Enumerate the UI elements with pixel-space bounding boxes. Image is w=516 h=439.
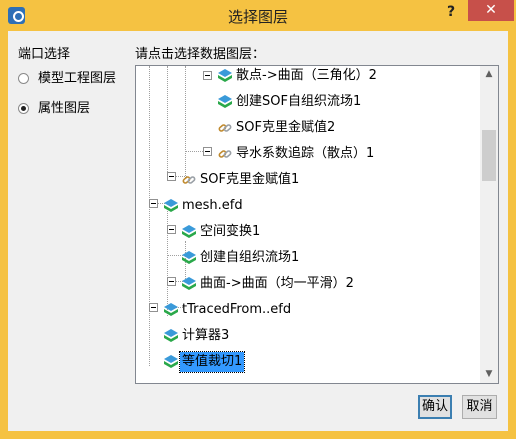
- dialog-window: 选择图层 ? ✕ 端口选择 模型工程图层 属性图层 请点击选择数据图层： 散点-…: [0, 0, 516, 439]
- tree-node-label: 散点->曲面（三角化）2: [236, 68, 377, 83]
- tree-node-label: 创建SOF自组织流场1: [236, 94, 362, 109]
- close-button[interactable]: ✕: [468, 0, 514, 21]
- tree-viewport: 散点->曲面（三角化）2 创建SOF自组织流场1 SOF克里金赋值2 导水系数追…: [136, 66, 480, 383]
- tree-node-label: 等值裁切1: [178, 351, 246, 373]
- tree-connector: [167, 66, 168, 176]
- dialog-body: 端口选择 模型工程图层 属性图层 请点击选择数据图层： 散点->曲面（三角化）2…: [8, 31, 508, 431]
- prompt-label: 请点击选择数据图层：: [135, 47, 266, 62]
- ok-button[interactable]: 确认: [418, 395, 452, 419]
- tree-connector: [149, 66, 150, 366]
- port-selection-title: 端口选择: [18, 47, 71, 62]
- layer-stack-icon: [164, 329, 178, 342]
- cancel-button[interactable]: 取消: [462, 395, 497, 419]
- link-icon: [218, 150, 232, 158]
- expander[interactable]: [167, 277, 176, 286]
- expander[interactable]: [167, 225, 176, 234]
- expander[interactable]: [167, 172, 176, 181]
- tree-node-label: SOF克里金赋值1: [200, 172, 300, 187]
- link-icon: [218, 124, 232, 132]
- radio-circle[interactable]: [18, 73, 29, 84]
- layer-stack-icon: [164, 303, 178, 316]
- tree-node-label: mesh.efd: [182, 198, 243, 213]
- layer-stack-icon: [164, 199, 178, 212]
- tree-node-label: 创建自组织流场1: [200, 250, 300, 265]
- scroll-up-button[interactable]: ▲: [480, 66, 498, 83]
- tree-node-label: SOF克里金赋值2: [236, 120, 336, 135]
- tree-node-label: 导水系数追踪（散点）1: [236, 146, 375, 161]
- expander[interactable]: [149, 303, 158, 312]
- expander[interactable]: [203, 71, 212, 80]
- layer-stack-icon: [218, 69, 232, 82]
- tree-connector: [185, 66, 186, 178]
- tree-node-label: 计算器3: [182, 328, 230, 343]
- help-button[interactable]: ?: [438, 1, 464, 23]
- expander[interactable]: [203, 147, 212, 156]
- radio-label: 属性图层: [38, 101, 91, 116]
- layer-tree[interactable]: 散点->曲面（三角化）2 创建SOF自组织流场1 SOF克里金赋值2 导水系数追…: [135, 65, 499, 384]
- expander[interactable]: [149, 199, 158, 208]
- layer-stack-icon: [182, 251, 196, 264]
- link-icon: [182, 176, 196, 184]
- tree-connector: [185, 151, 205, 152]
- tree-node-label: 空间变换1: [200, 224, 261, 239]
- tree-node-label: tTracedFrom..efd: [182, 302, 292, 317]
- layer-stack-icon: [218, 95, 232, 108]
- vertical-scrollbar[interactable]: ▲ ▼: [480, 66, 498, 383]
- tree-node-label: 曲面->曲面（均一平滑）2: [200, 276, 354, 291]
- scroll-down-button[interactable]: ▼: [480, 366, 498, 383]
- port-selection-panel: 端口选择 模型工程图层 属性图层: [8, 31, 126, 431]
- tree-connector: [167, 255, 183, 256]
- layer-stack-icon: [182, 225, 196, 238]
- scroll-thumb[interactable]: [482, 130, 496, 181]
- layer-stack-icon: [182, 277, 196, 290]
- title-bar: 选择图层 ? ✕: [0, 0, 516, 30]
- radio-label: 模型工程图层: [38, 71, 117, 86]
- layer-stack-icon: [164, 355, 178, 368]
- radio-circle-checked[interactable]: [18, 103, 29, 114]
